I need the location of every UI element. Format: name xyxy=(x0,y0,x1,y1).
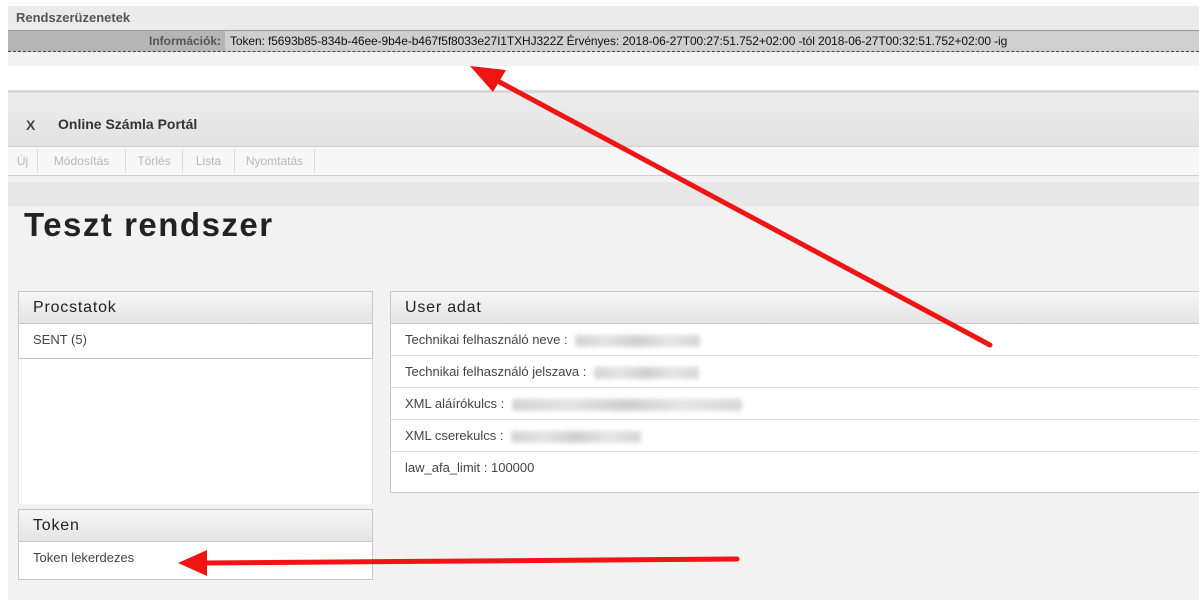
redacted-value xyxy=(511,398,742,411)
title-band xyxy=(8,182,1199,206)
info-label: Információk: xyxy=(8,31,225,51)
law-afa-limit-label: law_afa_limit : 100000 xyxy=(405,460,535,475)
token-panel: Token Token lekerdezes xyxy=(18,509,373,580)
user-adat-panel: User adat Technikai felhasználó neve : T… xyxy=(390,291,1199,493)
user-adat-row: XML aláírókulcs : xyxy=(391,388,1199,420)
close-icon[interactable]: X xyxy=(26,117,35,133)
system-messages-title: Rendszerüzenetek xyxy=(16,10,131,25)
xml-signing-key-label: XML aláírókulcs : xyxy=(405,396,505,411)
toolbar: Új Módosítás Törlés Lista Nyomtatás xyxy=(8,147,1199,176)
portal-title: Online Számla Portál xyxy=(58,116,198,132)
info-text: Token: f5693b85-834b-46ee-9b4e-b467f5f80… xyxy=(230,34,1008,48)
user-adat-row: Technikai felhasználó neve : xyxy=(391,324,1199,356)
procstatok-item-sent[interactable]: SENT (5) xyxy=(19,324,372,356)
redacted-value xyxy=(511,430,642,443)
user-adat-row: law_afa_limit : 100000 xyxy=(391,452,1199,484)
user-adat-row: XML cserekulcs : xyxy=(391,420,1199,452)
modify-button[interactable]: Módosítás xyxy=(38,149,126,173)
left-column-space xyxy=(18,359,373,504)
tech-password-label: Technikai felhasználó jelszava : xyxy=(405,364,587,379)
redacted-value xyxy=(575,334,701,347)
user-adat-row: Technikai felhasználó jelszava : xyxy=(391,356,1199,388)
token-query-link[interactable]: Token lekerdezes xyxy=(19,542,372,574)
procstatok-panel: Procstatok SENT (5) xyxy=(18,291,373,359)
tech-username-label: Technikai felhasználó neve : xyxy=(405,332,568,347)
list-button[interactable]: Lista xyxy=(183,149,235,173)
print-button[interactable]: Nyomtatás xyxy=(235,149,315,173)
system-messages-header: Rendszerüzenetek xyxy=(8,6,1199,30)
procstatok-title: Procstatok xyxy=(19,292,372,324)
portal-title-bar: X Online Számla Portál xyxy=(8,93,1199,147)
delete-button[interactable]: Törlés xyxy=(126,149,183,173)
redacted-value xyxy=(594,366,700,379)
user-adat-title: User adat xyxy=(391,292,1199,324)
system-messages-footer xyxy=(8,52,1199,66)
page-title: Teszt rendszer xyxy=(24,206,274,243)
new-button[interactable]: Új xyxy=(8,149,38,173)
system-message-row: Információk: Token: f5693b85-834b-46ee-9… xyxy=(8,30,1199,52)
token-title: Token xyxy=(19,510,372,542)
xml-exchange-key-label: XML cserekulcs : xyxy=(405,428,504,443)
